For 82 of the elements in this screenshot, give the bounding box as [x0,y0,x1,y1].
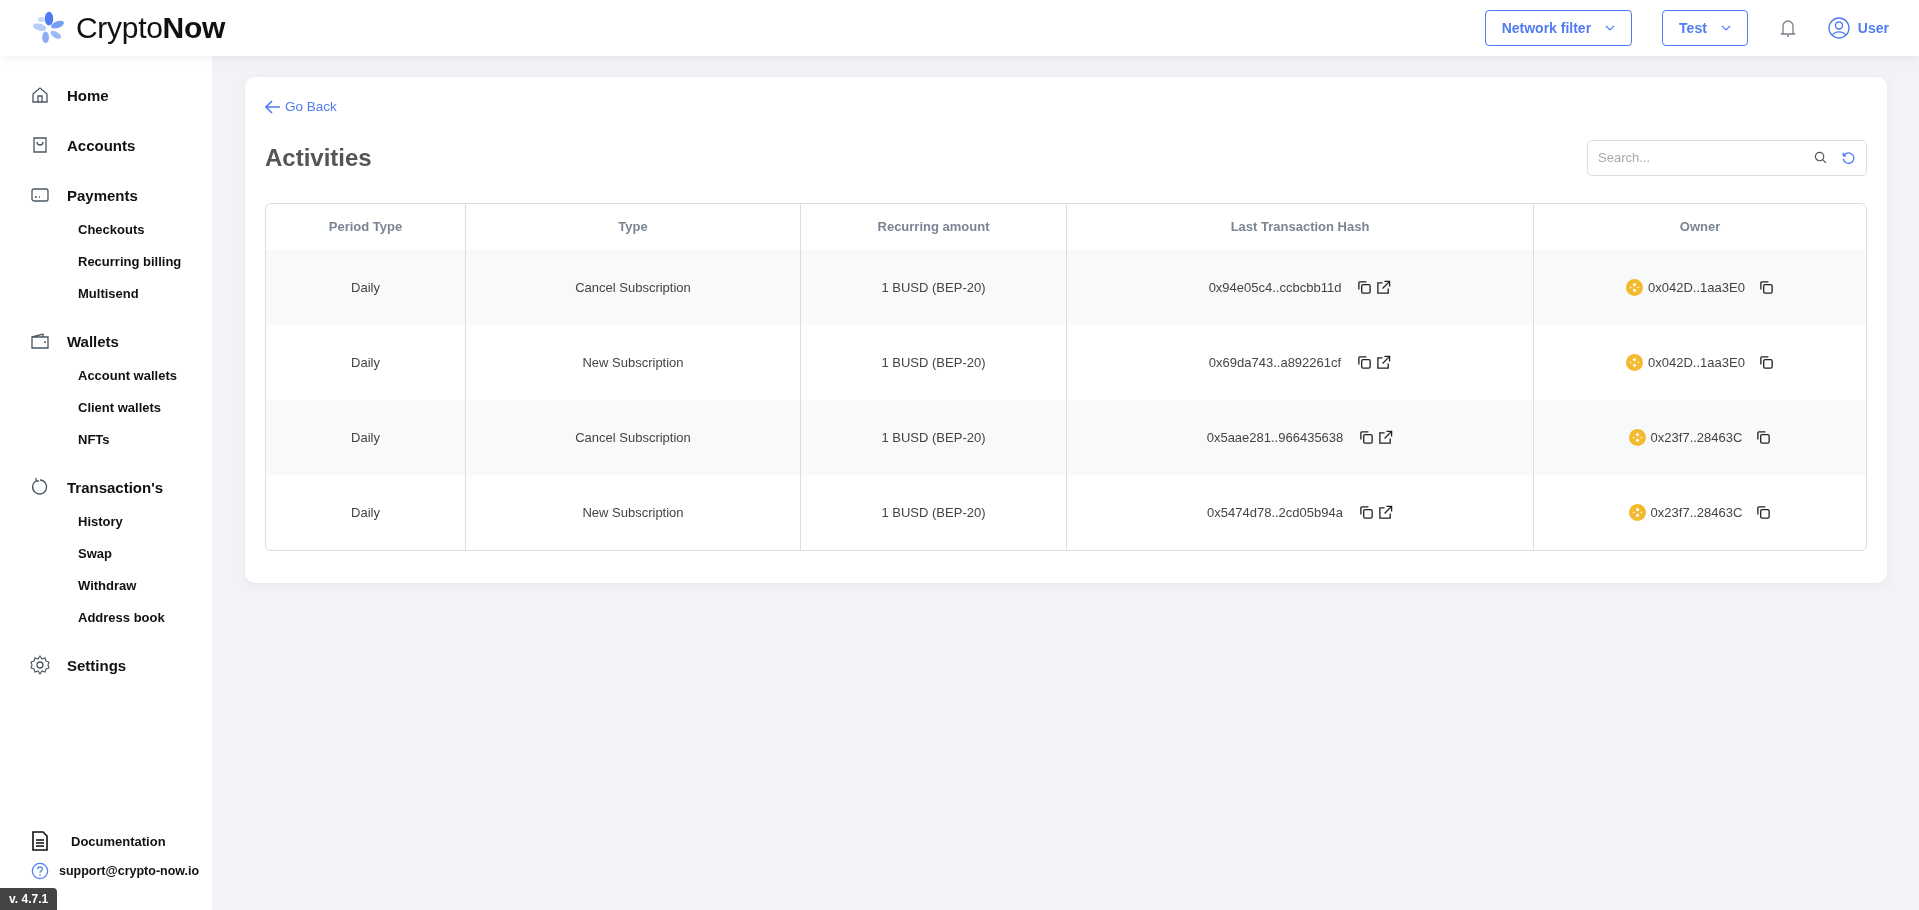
table-cell: New Subscription [466,324,801,400]
sidebar-item[interactable]: Transaction's [0,468,212,506]
owner-address: 0x23f7..28463C [1650,504,1743,520]
sidebar-subitem[interactable]: Checkouts [0,214,212,246]
table-cell: 1 BUSD (BEP-20) [801,249,1067,325]
sidebar-item[interactable]: Home [0,76,212,114]
copy-icon[interactable] [1758,279,1774,295]
external-link-icon[interactable] [1378,429,1394,445]
column-header: Recurring amount [801,203,1067,250]
sidebar-subitem[interactable]: Recurring billing [0,246,212,278]
table-cell: Cancel Subscription [466,399,801,475]
wallet-icon [30,331,50,351]
user-menu[interactable]: User [1827,17,1889,39]
refresh-icon [30,477,50,497]
document-icon [31,831,49,851]
user-avatar-icon [1827,17,1850,39]
sidebar-subitem[interactable]: Client wallets [0,392,212,424]
chevron-down-icon [1720,25,1731,31]
coin-icon [1628,503,1646,521]
coin-icon [1628,428,1646,446]
go-back-link[interactable]: Go Back [265,99,337,114]
transaction-hash: 0x5474d78..2cd05b94a [1207,504,1343,520]
external-link-icon[interactable] [1376,279,1392,295]
sidebar-item[interactable]: Accounts [0,126,212,164]
copy-icon[interactable] [1756,504,1772,520]
card-icon [30,185,50,205]
external-link-icon[interactable] [1377,504,1393,520]
sidebar-subitem[interactable]: Multisend [0,278,212,310]
owner-address: 0x042D..1aa3E0 [1648,354,1745,370]
column-header: Period Type [266,203,466,250]
sidebar-subitem[interactable]: Account wallets [0,360,212,392]
reset-icon[interactable] [1841,150,1855,165]
column-header: Type [466,203,801,250]
column-header: Last Transaction Hash [1067,203,1534,250]
external-link-icon[interactable] [1376,354,1392,370]
table-cell: 1 BUSD (BEP-20) [801,324,1067,400]
sidebar-subitem[interactable]: Address book [0,602,212,634]
table-cell: Daily [266,249,466,325]
copy-icon[interactable] [1357,354,1373,370]
search-field[interactable]: Search... [1587,139,1867,176]
copy-icon[interactable] [1756,429,1772,445]
support-link[interactable]: support@crypto-now.io [0,856,212,886]
sidebar-subitem[interactable]: Swap [0,538,212,570]
owner-address: 0x23f7..28463C [1650,429,1743,445]
sidebar-item[interactable]: Settings [0,646,212,684]
sidebar-item[interactable]: Wallets [0,322,212,360]
table-cell: Daily [266,399,466,475]
shopping-bag-icon [30,135,50,155]
coin-icon [1626,353,1644,371]
flower-logo-icon [32,11,66,45]
search-icon[interactable] [1814,150,1827,164]
logo-text: CryptoNow [76,11,225,45]
version-badge: v. 4.7.1 [0,888,58,910]
copy-icon[interactable] [1359,429,1375,445]
table-cell: Cancel Subscription [466,249,801,325]
documentation-link[interactable]: Documentation [0,826,212,856]
table-cell: Daily [266,324,466,400]
sidebar-subitem[interactable]: Withdraw [0,570,212,602]
page-title: Activities [265,143,372,172]
help-icon [31,862,49,880]
owner-address: 0x042D..1aa3E0 [1648,279,1745,295]
copy-icon[interactable] [1357,279,1373,295]
copy-icon[interactable] [1758,354,1774,370]
network-filter-dropdown[interactable]: Network filter [1484,10,1633,46]
table-cell: Daily [266,474,466,550]
table-cell: 1 BUSD (BEP-20) [801,474,1067,550]
sidebar-item[interactable]: Payments [0,176,212,214]
sidebar-subitem[interactable]: NFTs [0,424,212,456]
table-cell: New Subscription [466,474,801,550]
transaction-hash: 0x94e05c4..ccbcbb11d [1208,279,1342,295]
sidebar-subitem[interactable]: History [0,506,212,538]
arrow-left-icon [265,99,281,114]
settings-icon [30,655,50,675]
transaction-hash: 0x5aae281..966435638 [1206,429,1344,445]
home-icon [30,85,50,105]
chevron-down-icon [1605,25,1616,31]
coin-icon [1626,278,1644,296]
environment-dropdown[interactable]: Test [1662,10,1748,46]
copy-icon[interactable] [1358,504,1374,520]
column-header: Owner [1678,218,1722,236]
table-cell: 1 BUSD (BEP-20) [801,399,1067,475]
transaction-hash: 0x69da743..a892261cf [1208,354,1342,370]
